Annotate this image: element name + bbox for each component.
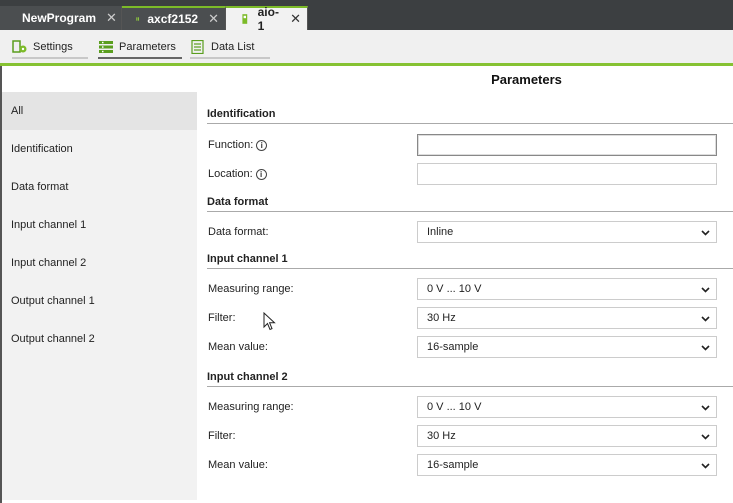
tab-label: axcf2152 — [147, 12, 199, 26]
data-list-icon — [191, 39, 204, 54]
location-label: Location: — [208, 168, 253, 180]
ic1-mean-value-label: Mean value: — [208, 341, 268, 353]
ic2-measuring-range-select[interactable]: 0 V ... 10 V — [417, 396, 717, 418]
sidebar-item-input-channel-2[interactable]: Input channel 2 — [2, 244, 197, 282]
ic1-mean-value-value: 16-sample — [427, 341, 479, 353]
ic2-measuring-range-label: Measuring range: — [208, 401, 294, 413]
location-row: Location: i — [207, 161, 733, 190]
ic1-filter-select[interactable]: 30 Hz — [417, 307, 717, 329]
ic1-filter-row: Filter: 30 Hz — [207, 305, 733, 334]
section-input-channel-2-title: Input channel 2 — [207, 371, 733, 387]
tab-label: NewProgram — [22, 11, 97, 25]
data-format-row: Data format: Inline — [207, 219, 733, 248]
chevron-down-icon — [701, 434, 710, 440]
ic2-measuring-range-row: Measuring range: 0 V ... 10 V — [207, 394, 733, 423]
sidebar-item-output-channel-2[interactable]: Output channel 2 — [2, 320, 197, 358]
function-label-wrap: Function: i — [208, 139, 268, 151]
controller-icon — [136, 17, 140, 21]
ic1-filter-value: 30 Hz — [427, 312, 456, 324]
settings-label: Settings — [33, 40, 73, 53]
function-row: Function: i — [207, 132, 733, 161]
settings-button[interactable]: Settings — [12, 39, 88, 59]
section-data-format-title: Data format — [207, 196, 733, 212]
ic1-measuring-range-row: Measuring range: 0 V ... 10 V — [207, 276, 733, 305]
sidebar-item-data-format[interactable]: Data format — [2, 168, 197, 206]
tab-bar: NewProgram ✕ axcf2152 ✕ aio-1 ✕ — [0, 5, 733, 33]
ic1-mean-value-select[interactable]: 16-sample — [417, 336, 717, 358]
location-label-wrap: Location: i — [208, 168, 267, 180]
sidebar-item-all[interactable]: All — [2, 92, 197, 130]
location-input[interactable] — [417, 163, 717, 185]
ic2-filter-select[interactable]: 30 Hz — [417, 425, 717, 447]
parameters-icon — [99, 40, 113, 53]
ic1-filter-label: Filter: — [208, 312, 236, 324]
chevron-down-icon — [701, 463, 710, 469]
ic1-measuring-range-value: 0 V ... 10 V — [427, 283, 482, 295]
chevron-down-icon — [701, 345, 710, 351]
tab-label: aio-1 — [257, 5, 279, 33]
function-input[interactable] — [417, 134, 717, 156]
settings-icon — [12, 39, 27, 53]
ic2-filter-row: Filter: 30 Hz — [207, 423, 733, 452]
ic2-filter-value: 30 Hz — [427, 430, 456, 442]
chevron-down-icon — [701, 316, 710, 322]
sidebar-item-input-channel-1[interactable]: Input channel 1 — [2, 206, 197, 244]
ic2-mean-value-select[interactable]: 16-sample — [417, 454, 717, 476]
section-identification-title: Identification — [207, 108, 733, 124]
info-icon[interactable]: i — [256, 139, 268, 151]
chevron-down-icon — [701, 287, 710, 293]
sidebar: All Identification Data format Input cha… — [2, 92, 197, 500]
chevron-down-icon — [701, 230, 710, 236]
ic1-measuring-range-label: Measuring range: — [208, 283, 294, 295]
toolbar: Settings Parameters Data List — [0, 30, 733, 66]
ic2-measuring-range-value: 0 V ... 10 V — [427, 401, 482, 413]
page-title: Parameters — [491, 72, 562, 87]
data-list-button[interactable]: Data List — [190, 39, 270, 59]
data-format-label: Data format: — [208, 226, 269, 238]
sidebar-item-identification[interactable]: Identification — [2, 130, 197, 168]
parameters-label: Parameters — [119, 40, 176, 53]
sidebar-item-output-channel-1[interactable]: Output channel 1 — [2, 282, 197, 320]
ic1-measuring-range-select[interactable]: 0 V ... 10 V — [417, 278, 717, 300]
info-icon[interactable]: i — [255, 168, 267, 180]
mouse-cursor-icon — [263, 312, 276, 331]
ic2-mean-value-row: Mean value: 16-sample — [207, 452, 733, 481]
data-list-label: Data List — [211, 40, 255, 53]
ic2-mean-value-value: 16-sample — [427, 459, 479, 471]
ic1-mean-value-row: Mean value: 16-sample — [207, 334, 733, 363]
data-format-select[interactable]: Inline — [417, 221, 717, 243]
function-label: Function: — [208, 139, 254, 151]
tab-aio-1[interactable]: aio-1 ✕ — [226, 5, 308, 33]
tab-axcf2152[interactable]: axcf2152 ✕ — [122, 6, 226, 30]
close-icon[interactable]: ✕ — [106, 10, 117, 26]
parameters-content: Identification Function: i Location: i Dat… — [207, 92, 733, 481]
parameters-button[interactable]: Parameters — [98, 39, 182, 59]
ic2-filter-label: Filter: — [208, 430, 236, 442]
section-input-channel-1-title: Input channel 1 — [207, 253, 733, 269]
close-icon[interactable]: ✕ — [208, 11, 219, 27]
data-format-value: Inline — [427, 226, 454, 238]
module-icon — [242, 14, 248, 24]
close-icon[interactable]: ✕ — [290, 11, 301, 27]
tab-newprogram[interactable]: NewProgram ✕ — [0, 6, 122, 30]
chevron-down-icon — [701, 405, 710, 411]
ic2-mean-value-label: Mean value: — [208, 459, 268, 471]
